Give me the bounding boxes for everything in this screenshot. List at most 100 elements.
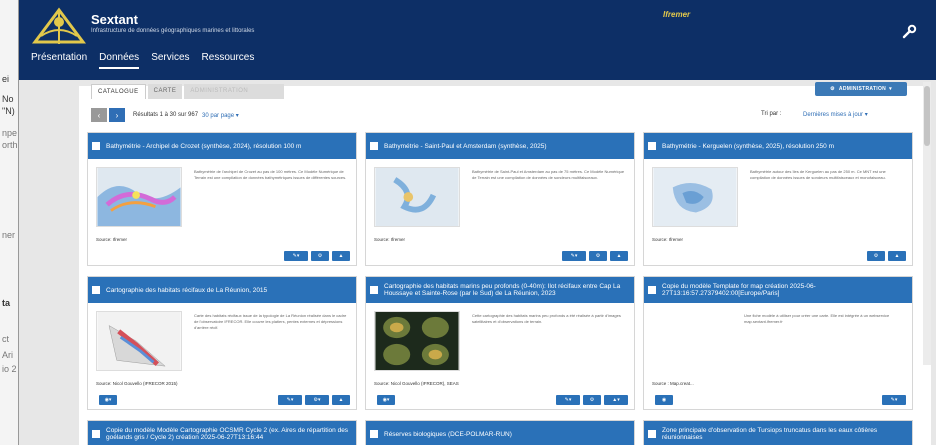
per-page-label: 30 par page bbox=[202, 112, 235, 119]
record-actions: ✎▾ bbox=[879, 395, 906, 405]
record-title-text: Réserves biologiques (DCE-POLMAR-RUN) bbox=[384, 430, 512, 438]
record-title-text: Zone principale d'observation de Tursiop… bbox=[662, 427, 878, 441]
sort-select[interactable]: Dernières mises à jour ▾ bbox=[803, 111, 868, 118]
select-checkbox[interactable] bbox=[92, 286, 100, 294]
scrollbar-thumb[interactable] bbox=[924, 86, 930, 146]
record-title[interactable]: Bathymétrie - Kerguelen (synthèse, 2025)… bbox=[644, 133, 912, 159]
record-title-text: Cartographie des habitats marins peu pro… bbox=[384, 283, 621, 297]
bg-fragment: ta bbox=[2, 298, 11, 308]
map-add-button[interactable]: ✎▾ bbox=[278, 395, 302, 405]
record-card: Cartographie des habitats récifaux de La… bbox=[87, 276, 357, 410]
next-page-button[interactable]: › bbox=[109, 108, 125, 122]
bg-fragment: orth bbox=[2, 140, 18, 150]
gear-button[interactable]: ⚙ bbox=[583, 395, 601, 405]
record-title[interactable]: Cartographie des habitats marins peu pro… bbox=[366, 277, 634, 303]
map-add-button[interactable]: ✎▾ bbox=[556, 395, 580, 405]
record-card: Cartographie des habitats marins peu pro… bbox=[365, 276, 635, 410]
select-checkbox[interactable] bbox=[370, 286, 378, 294]
download-button[interactable]: ▲ bbox=[332, 395, 350, 405]
nav-services[interactable]: Services bbox=[151, 52, 189, 69]
record-thumbnail[interactable] bbox=[374, 311, 460, 371]
record-thumbnail[interactable] bbox=[96, 311, 182, 371]
bg-fragment: ei bbox=[2, 74, 10, 84]
tab-administration[interactable]: ADMINISTRATION bbox=[184, 84, 285, 99]
bg-fragment: io 2 bbox=[2, 364, 17, 374]
record-actions: ✎▾ ⚙▾ ▲ bbox=[275, 395, 350, 405]
record-card: Copie du modèle Template for map créatio… bbox=[643, 276, 913, 410]
download-button[interactable]: ▲ bbox=[332, 251, 350, 261]
record-title[interactable]: Copie du modèle Modèle Cartographie OCSM… bbox=[88, 421, 356, 445]
main-nav: Présentation Données Services Ressources bbox=[31, 52, 266, 69]
select-checkbox[interactable] bbox=[370, 430, 378, 438]
select-checkbox[interactable] bbox=[370, 142, 378, 150]
record-title[interactable]: Bathymétrie - Saint-Paul et Amsterdam (s… bbox=[366, 133, 634, 159]
bg-fragment: npe bbox=[2, 128, 18, 138]
bg-fragment: No bbox=[2, 94, 14, 104]
views-button[interactable]: ◉▾ bbox=[377, 395, 395, 405]
record-title[interactable]: Zone principale d'observation de Tursiop… bbox=[644, 421, 912, 445]
record-title[interactable]: Copie du modèle Template for map créatio… bbox=[644, 277, 912, 303]
record-actions: ✎▾ ⚙ ▲ bbox=[559, 251, 628, 261]
gear-button[interactable]: ⚙ bbox=[867, 251, 885, 261]
record-abstract: Bathymétrie de l'archipel de Crozet au p… bbox=[194, 169, 347, 180]
views-button[interactable]: ◉ bbox=[655, 395, 673, 405]
wrench-icon[interactable] bbox=[901, 24, 917, 40]
site-title[interactable]: Sextant bbox=[91, 12, 138, 27]
record-abstract: Bathymétrie de Saint-Paul et Amsterdam a… bbox=[472, 169, 625, 180]
record-thumbnail[interactable] bbox=[652, 167, 738, 227]
select-checkbox[interactable] bbox=[648, 286, 656, 294]
record-abstract: Bathymétrie autour des îles de Kerguelen… bbox=[750, 169, 886, 180]
record-title-text: Copie du modèle Template for map créatio… bbox=[662, 283, 816, 297]
tab-catalogue[interactable]: CATALOGUE bbox=[91, 84, 146, 99]
record-abstract: Cette cartographie des habitats marins p… bbox=[472, 313, 621, 324]
nav-donnees[interactable]: Données bbox=[99, 52, 140, 69]
administration-label: ADMINISTRATION bbox=[838, 86, 887, 92]
download-button[interactable]: ▲ bbox=[610, 251, 628, 261]
record-thumbnail[interactable] bbox=[96, 167, 182, 227]
administration-button[interactable]: ⚙ ADMINISTRATION ▾ bbox=[815, 82, 907, 96]
select-checkbox[interactable] bbox=[648, 430, 656, 438]
prev-page-button[interactable]: ‹ bbox=[91, 108, 107, 122]
gear-button[interactable]: ⚙ bbox=[311, 251, 329, 261]
record-abstract: Carte des habitats récifaux issue de la … bbox=[194, 313, 347, 330]
views-button[interactable]: ◉▾ bbox=[99, 395, 117, 405]
record-source: Source: Nicol Gouvello (IFRECOR), SEAS bbox=[374, 381, 459, 386]
results-count: Résultats 1 à 30 sur 967 bbox=[133, 112, 199, 118]
per-page-select[interactable]: 30 par page ▾ bbox=[202, 112, 239, 119]
sort-label: Tri par : bbox=[761, 111, 782, 117]
download-menu-button[interactable]: ▲▾ bbox=[604, 395, 628, 405]
tab-carte[interactable]: CARTE bbox=[147, 84, 183, 99]
record-actions: ⚙ ▲ bbox=[864, 251, 906, 261]
map-add-button[interactable]: ✎▾ bbox=[284, 251, 308, 261]
site-tagline: Infrastructure de données géographiques … bbox=[91, 28, 255, 34]
record-actions: ✎▾ ⚙ ▲ bbox=[281, 251, 350, 261]
map-add-button[interactable]: ✎▾ bbox=[562, 251, 586, 261]
record-source: Source: Nicol Gouvello (IFRECOR 2015) bbox=[96, 381, 178, 386]
site-header: Sextant Infrastructure de données géogra… bbox=[19, 0, 936, 80]
record-card: Bathymétrie - Saint-Paul et Amsterdam (s… bbox=[365, 132, 635, 266]
select-checkbox[interactable] bbox=[92, 142, 100, 150]
gear-menu-button[interactable]: ⚙▾ bbox=[305, 395, 329, 405]
record-title[interactable]: Réserves biologiques (DCE-POLMAR-RUN) bbox=[366, 421, 634, 445]
record-title-text: Cartographie des habitats récifaux de La… bbox=[106, 286, 268, 294]
record-card: Bathymétrie - Kerguelen (synthèse, 2025)… bbox=[643, 132, 913, 266]
select-checkbox[interactable] bbox=[648, 142, 656, 150]
record-card: Zone principale d'observation de Tursiop… bbox=[643, 420, 913, 445]
record-title[interactable]: Bathymétrie - Archipel de Crozet (synthè… bbox=[88, 133, 356, 159]
nav-ressources[interactable]: Ressources bbox=[202, 52, 255, 69]
gear-icon: ⚙ bbox=[830, 86, 835, 92]
record-source: Source : Map.creat... bbox=[652, 381, 694, 386]
record-abstract: Une fiche modèle à utiliser pour créer u… bbox=[744, 313, 890, 324]
nav-presentation[interactable]: Présentation bbox=[31, 52, 87, 69]
record-thumbnail[interactable] bbox=[374, 167, 460, 227]
ifremer-logo[interactable]: Ifremer bbox=[663, 10, 690, 19]
map-add-button[interactable]: ✎▾ bbox=[882, 395, 906, 405]
page-scrollbar[interactable] bbox=[923, 82, 931, 365]
record-title[interactable]: Cartographie des habitats récifaux de La… bbox=[88, 277, 356, 303]
bg-fragment: Ari bbox=[2, 350, 13, 360]
download-button[interactable]: ▲ bbox=[888, 251, 906, 261]
select-checkbox[interactable] bbox=[92, 430, 100, 438]
sextant-logo-icon[interactable] bbox=[29, 6, 89, 48]
record-source: Source: Ifremer bbox=[96, 237, 128, 242]
gear-button[interactable]: ⚙ bbox=[589, 251, 607, 261]
